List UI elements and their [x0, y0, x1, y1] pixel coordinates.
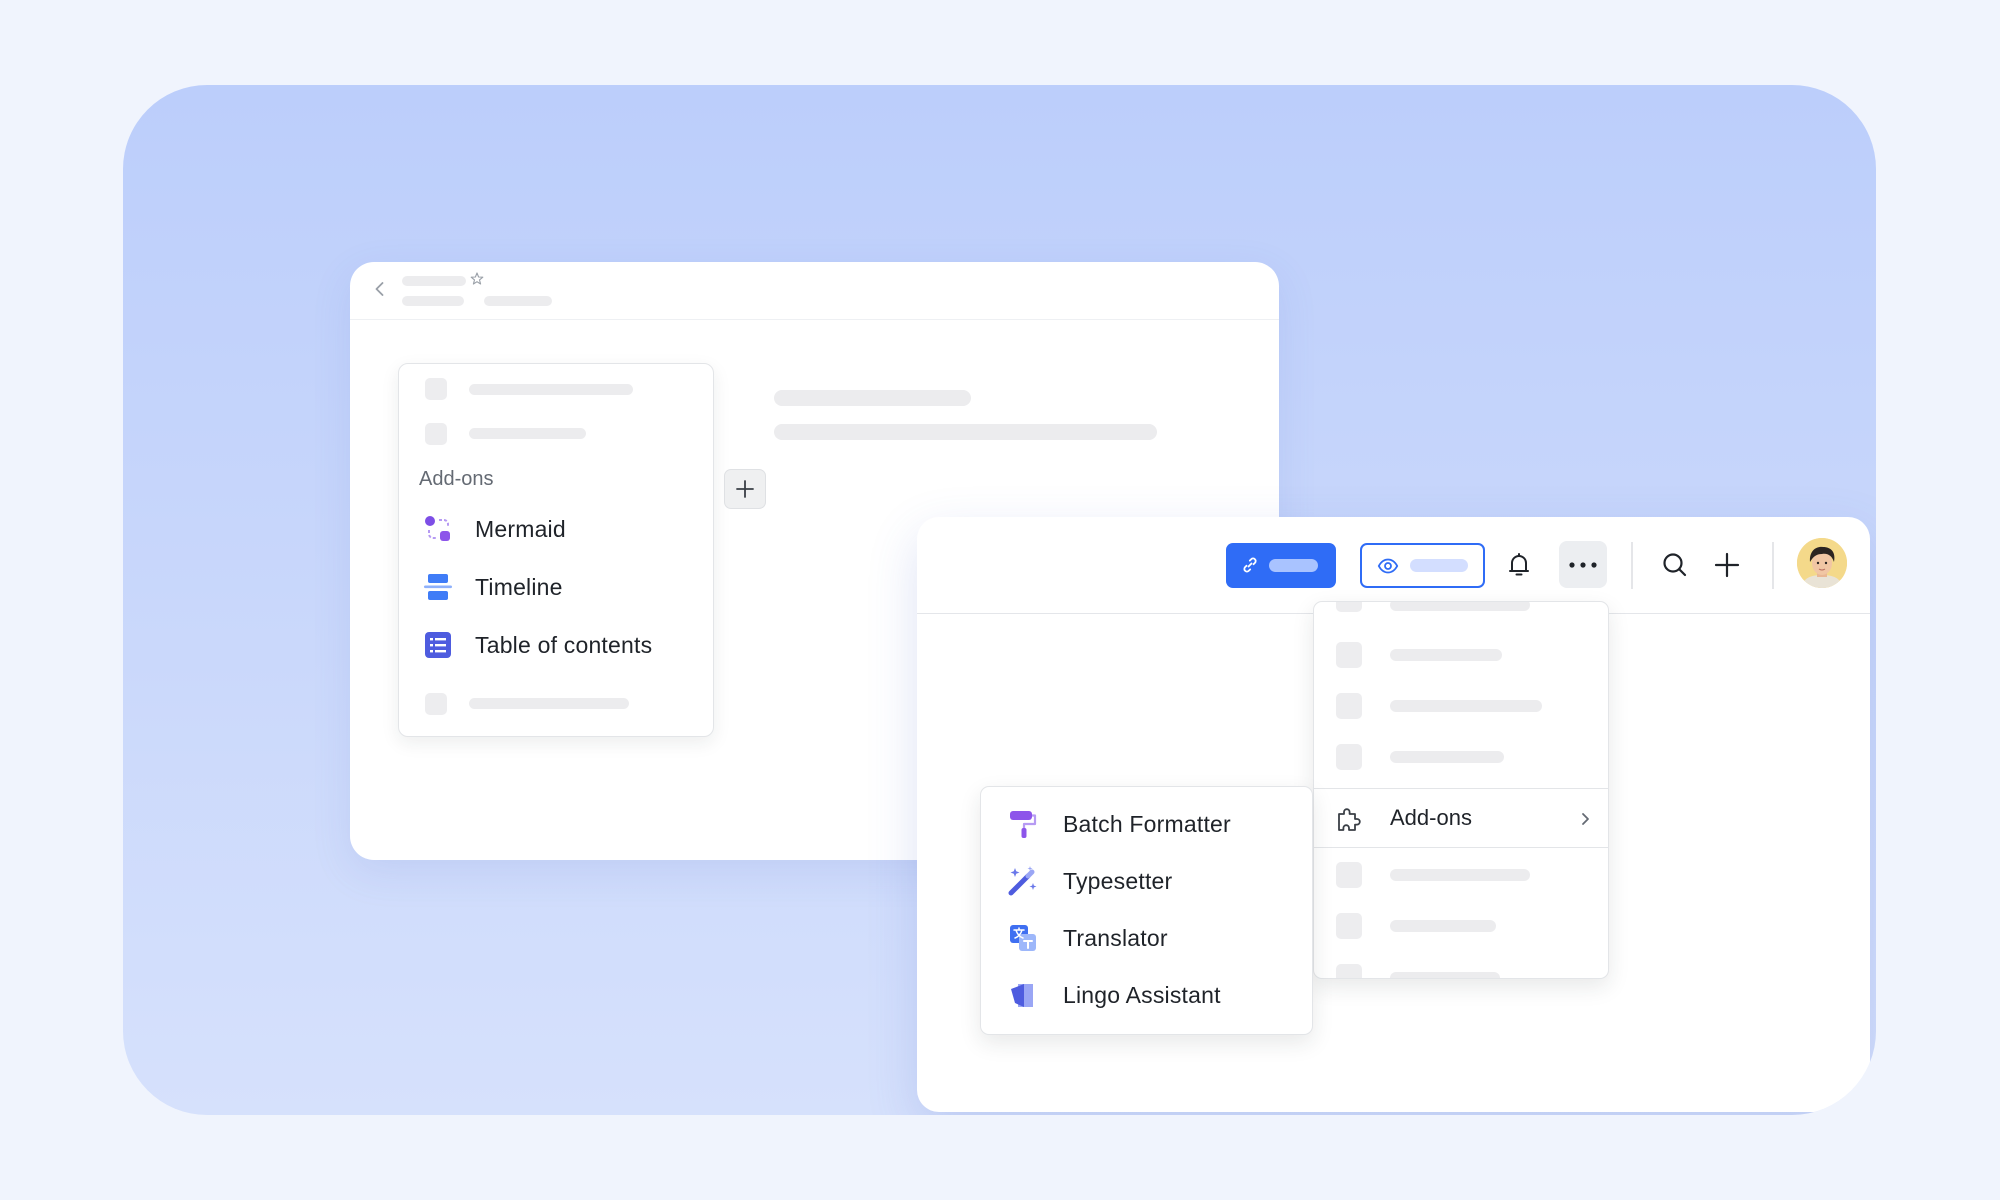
- menu-icon-placeholder: [1336, 964, 1362, 978]
- share-label-placeholder: [1269, 559, 1318, 572]
- addon-lingo-assistant[interactable]: Lingo Assistant: [1005, 975, 1295, 1015]
- menu-icon-placeholder: [1336, 913, 1362, 939]
- addon-label: Batch Formatter: [1063, 810, 1231, 837]
- addon-typesetter[interactable]: Typesetter: [1005, 861, 1295, 901]
- mermaid-icon: [421, 512, 455, 546]
- menu-icon-placeholder: [425, 423, 447, 445]
- menu-label-placeholder: [1390, 751, 1504, 763]
- menu-icon-placeholder: [1336, 693, 1362, 719]
- addon-label: Table of contents: [475, 631, 653, 658]
- toolbar-divider: [1772, 542, 1774, 589]
- search-button[interactable]: [1655, 545, 1695, 585]
- breadcrumb-placeholder: [484, 296, 552, 306]
- puzzle-icon: [1338, 808, 1361, 831]
- view-label-placeholder: [1410, 559, 1468, 572]
- timeline-icon: [421, 570, 455, 604]
- document-toolbar: [917, 517, 1870, 614]
- bell-icon: [1509, 553, 1529, 576]
- addon-label: Translator: [1063, 924, 1168, 951]
- background-stage: Add-ons Mermaid Timeline Table of conten…: [123, 85, 1876, 1115]
- eye-icon: [1377, 558, 1399, 574]
- title-placeholder: [402, 276, 466, 286]
- addon-translator[interactable]: Translator: [1005, 918, 1295, 958]
- menu-icon-placeholder: [1336, 642, 1362, 668]
- more-menu-addons-item[interactable]: Add-ons: [1314, 788, 1608, 848]
- more-options-menu: Add-ons: [1313, 601, 1609, 979]
- create-button[interactable]: [1707, 545, 1747, 585]
- addon-timeline[interactable]: Timeline: [421, 567, 701, 607]
- back-chevron-icon[interactable]: [370, 279, 390, 299]
- magic-wand-icon: [1005, 863, 1041, 899]
- addon-label: Mermaid: [475, 515, 566, 542]
- menu-label-placeholder: [469, 428, 586, 439]
- menu-label-placeholder: [1390, 649, 1502, 661]
- more-options-button[interactable]: [1559, 541, 1607, 588]
- menu-icon-placeholder: [1336, 744, 1362, 770]
- avatar[interactable]: [1797, 538, 1847, 588]
- addon-table-of-contents[interactable]: Table of contents: [421, 625, 701, 665]
- document-window-front: Add-ons Batch Formatter Typesetter Trans…: [917, 517, 1870, 1112]
- plus-icon: [1714, 552, 1740, 578]
- toolbar-divider: [1631, 542, 1633, 589]
- user-portrait-icon: [1797, 538, 1847, 588]
- star-icon[interactable]: [469, 271, 485, 287]
- menu-label-placeholder: [1390, 920, 1496, 932]
- menu-label-placeholder: [469, 384, 633, 395]
- addon-label: Lingo Assistant: [1063, 981, 1221, 1008]
- menu-icon-placeholder: [425, 693, 447, 715]
- notifications-button[interactable]: [1499, 545, 1539, 585]
- insert-menu: Add-ons Mermaid Timeline Table of conten…: [398, 363, 714, 737]
- menu-icon-placeholder: [425, 378, 447, 400]
- menu-icon-placeholder: [1336, 862, 1362, 888]
- share-link-button[interactable]: [1226, 543, 1336, 588]
- search-icon: [1663, 553, 1687, 577]
- document-header: [350, 262, 1279, 320]
- addon-mermaid[interactable]: Mermaid: [421, 509, 701, 549]
- plus-icon: [736, 480, 754, 498]
- chevron-right-icon: [1582, 813, 1589, 825]
- menu-label-placeholder: [1390, 602, 1530, 611]
- menu-label-placeholder: [1390, 972, 1500, 978]
- addons-submenu: Batch Formatter Typesetter Translator Li…: [980, 786, 1313, 1035]
- menu-label-placeholder: [469, 698, 629, 709]
- more-icon: [1569, 561, 1597, 568]
- addon-batch-formatter[interactable]: Batch Formatter: [1005, 804, 1295, 844]
- translate-icon: [1005, 920, 1041, 956]
- view-mode-button[interactable]: [1360, 543, 1485, 588]
- link-icon: [1243, 557, 1257, 573]
- menu-label-placeholder: [1390, 700, 1542, 712]
- addons-section-title: Add-ons: [419, 468, 494, 490]
- menu-label-placeholder: [1390, 869, 1530, 881]
- insert-block-button[interactable]: [724, 469, 766, 509]
- more-menu-addons-label: Add-ons: [1390, 805, 1472, 830]
- table-of-contents-icon: [421, 628, 455, 662]
- menu-icon-placeholder: [1336, 602, 1362, 612]
- lingo-book-icon: [1005, 977, 1041, 1013]
- addon-label: Timeline: [475, 573, 563, 600]
- content-placeholder: [774, 424, 1157, 440]
- addon-label: Typesetter: [1063, 867, 1173, 894]
- paint-roller-icon: [1005, 806, 1041, 842]
- content-placeholder: [774, 390, 971, 406]
- breadcrumb-placeholder: [402, 296, 464, 306]
